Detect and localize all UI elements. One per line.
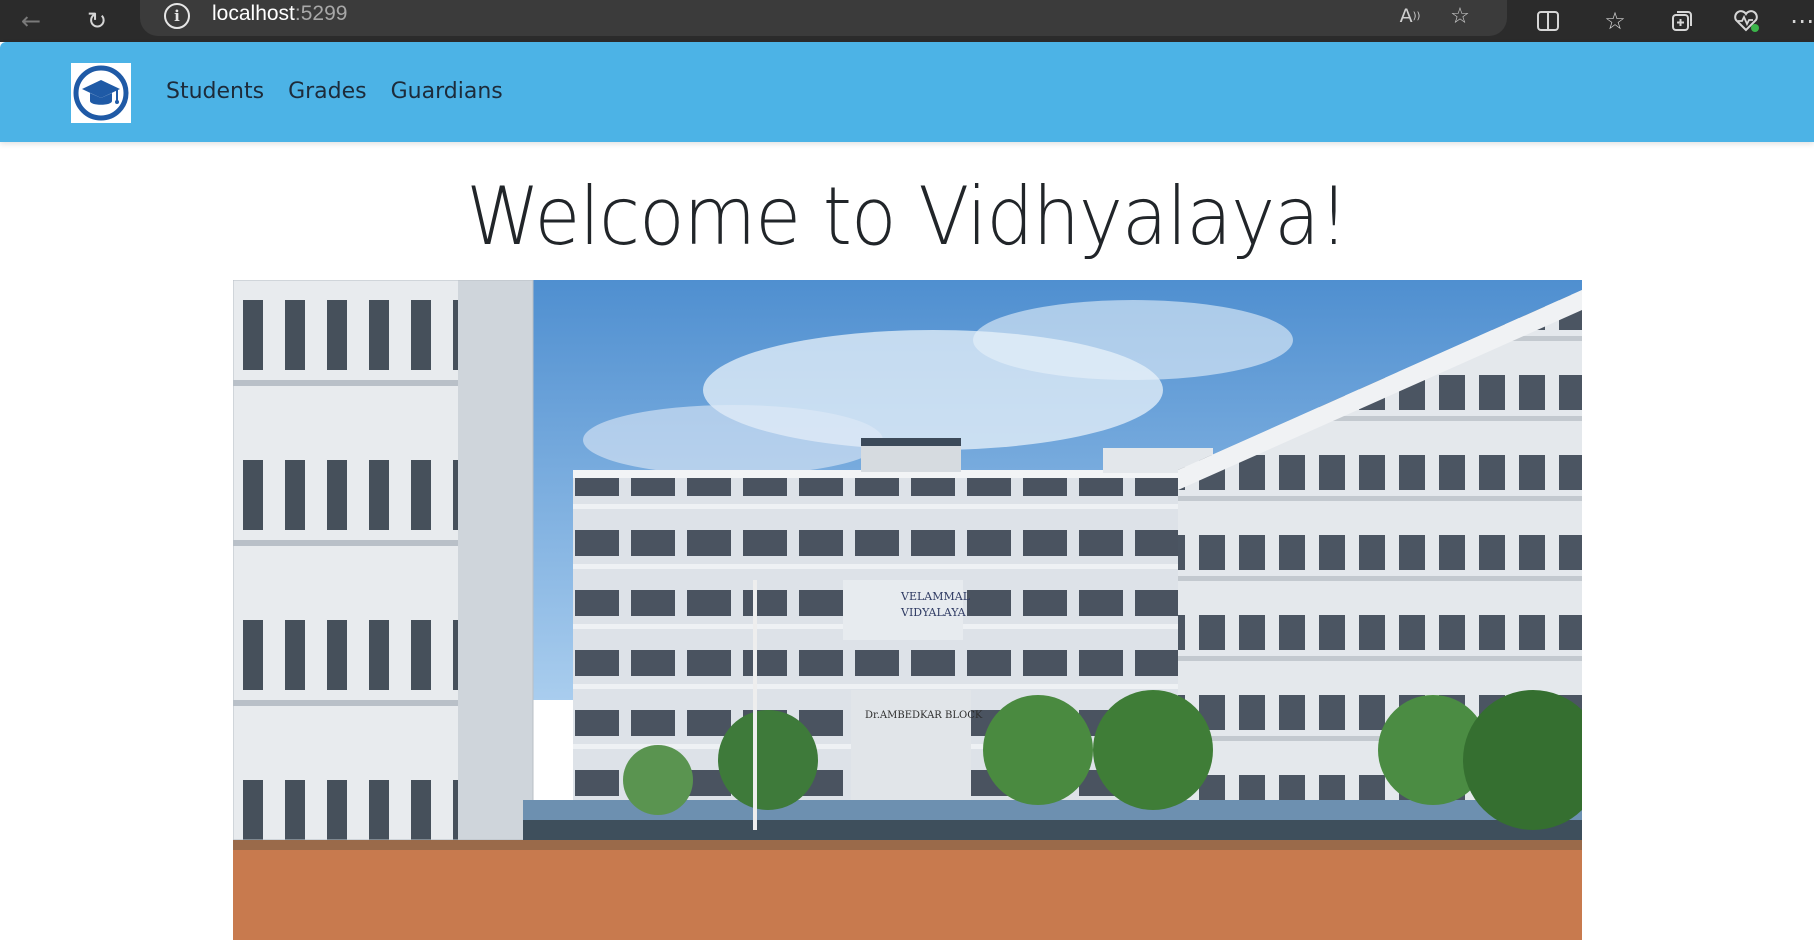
nav-link-grades[interactable]: Grades	[288, 79, 367, 104]
back-icon[interactable]: ←	[10, 0, 52, 42]
collections-icon[interactable]	[1661, 0, 1703, 42]
favorite-star-icon[interactable]: ☆	[1442, 0, 1478, 32]
favorites-icon[interactable]: ☆	[1594, 0, 1636, 42]
browser-toolbar: ← ↻ i localhost:5299 A)) ☆ ☆ ⋯	[0, 0, 1814, 42]
brand-logo[interactable]	[71, 63, 131, 123]
graduation-cap-icon	[73, 65, 129, 121]
nav-link-students[interactable]: Students	[166, 79, 264, 104]
nav-link-guardians[interactable]: Guardians	[391, 79, 503, 104]
browser-essentials-icon[interactable]	[1725, 0, 1767, 42]
school-building-photo: VELAMMAL VIDYALAYA Dr.AMBEDKAR BLOCK	[233, 280, 1582, 940]
photo-sign-school-name-2: VIDYALAYA	[900, 606, 967, 619]
photo-sign-school-name: VELAMMAL	[900, 590, 971, 603]
url-text: localhost:5299	[212, 2, 348, 25]
site-info-icon[interactable]: i	[164, 3, 190, 29]
refresh-icon[interactable]: ↻	[76, 0, 118, 42]
photo-sign-block: Dr.AMBEDKAR BLOCK	[865, 710, 983, 721]
page-title: Welcome to Vidhyalaya!	[466, 170, 1348, 263]
nav-links: Students Grades Guardians	[166, 79, 503, 104]
split-screen-icon[interactable]	[1527, 0, 1569, 42]
address-bar[interactable]: i localhost:5299 A)) ☆	[140, 0, 1507, 36]
read-aloud-icon[interactable]: A))	[1392, 0, 1428, 32]
app-navbar: Students Grades Guardians	[0, 42, 1814, 142]
more-icon[interactable]: ⋯	[1790, 0, 1814, 42]
